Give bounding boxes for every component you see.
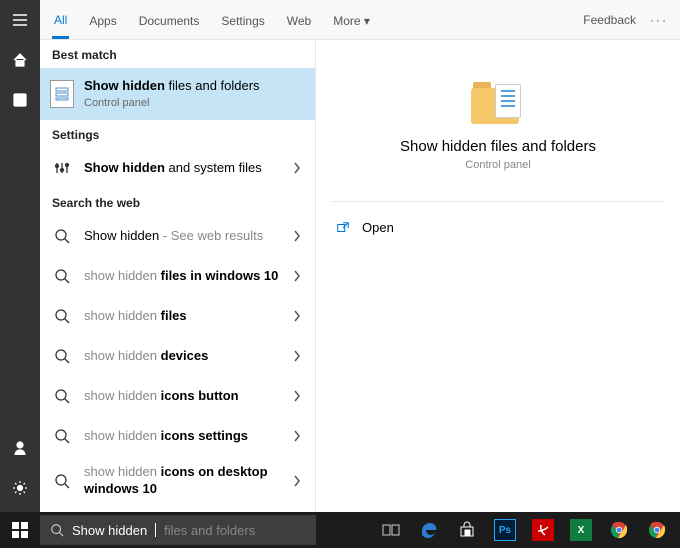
taskview-icon[interactable] xyxy=(372,512,410,548)
home-icon[interactable] xyxy=(0,40,40,80)
clock-icon[interactable] xyxy=(0,80,40,120)
start-button[interactable] xyxy=(0,512,40,548)
search-icon xyxy=(50,304,74,328)
search-icon xyxy=(50,264,74,288)
tab-all[interactable]: All xyxy=(52,1,69,39)
chevron-right-icon xyxy=(289,310,305,322)
search-icon xyxy=(50,469,74,493)
folder-icon xyxy=(471,80,525,126)
search-input[interactable]: Show hidden files and folders xyxy=(40,515,316,545)
chevron-right-icon xyxy=(289,390,305,402)
preview-subtitle: Control panel xyxy=(465,159,530,171)
chevron-right-icon xyxy=(289,350,305,362)
web-result[interactable]: Show hidden - See web results xyxy=(40,216,315,256)
chevron-right-icon xyxy=(289,230,305,242)
more-options-icon[interactable]: ··· xyxy=(650,13,668,27)
preview-pane: Show hidden files and folders Control pa… xyxy=(316,40,680,512)
section-settings: Settings xyxy=(40,120,315,148)
chevron-right-icon xyxy=(289,270,305,282)
web-result[interactable]: show hidden files in windows 10 xyxy=(40,256,315,296)
tab-web[interactable]: Web xyxy=(285,2,313,37)
chrome-icon[interactable] xyxy=(638,512,676,548)
preview-title: Show hidden files and folders xyxy=(400,138,596,155)
open-icon xyxy=(336,221,350,235)
web-result[interactable]: show hidden devices xyxy=(40,336,315,376)
chevron-right-icon xyxy=(289,430,305,442)
tab-apps[interactable]: Apps xyxy=(87,2,118,37)
web-result[interactable]: show hidden icons on desktop windows 10 xyxy=(40,456,315,506)
search-panel: All Apps Documents Settings Web More ▾ F… xyxy=(40,0,680,512)
taskbar-apps: Ps X xyxy=(372,512,680,548)
chevron-right-icon xyxy=(289,162,305,174)
search-icon xyxy=(50,224,74,248)
settings-result[interactable]: Show hidden and system files xyxy=(40,148,315,188)
best-match-subtitle: Control panel xyxy=(84,96,305,110)
photoshop-icon[interactable]: Ps xyxy=(486,512,524,548)
edge-icon[interactable] xyxy=(410,512,448,548)
sliders-icon xyxy=(50,156,74,180)
feedback-link[interactable]: Feedback xyxy=(583,13,636,27)
chevron-down-icon: ▾ xyxy=(364,14,370,28)
search-icon xyxy=(50,384,74,408)
web-result[interactable]: show hidden icons button xyxy=(40,376,315,416)
windows-icon xyxy=(12,522,28,538)
open-action[interactable]: Open xyxy=(332,212,664,243)
web-result[interactable]: show hidden icons settings xyxy=(40,416,315,456)
filter-tabs: All Apps Documents Settings Web More ▾ F… xyxy=(40,0,680,40)
search-icon xyxy=(50,344,74,368)
gear-icon[interactable] xyxy=(0,468,40,508)
chrome-icon[interactable] xyxy=(600,512,638,548)
search-icon xyxy=(50,523,64,537)
user-icon[interactable] xyxy=(0,428,40,468)
excel-icon[interactable]: X xyxy=(562,512,600,548)
left-rail xyxy=(0,0,40,548)
control-panel-icon xyxy=(50,80,74,108)
section-web: Search the web xyxy=(40,188,315,216)
tab-documents[interactable]: Documents xyxy=(137,2,202,37)
section-best-match: Best match xyxy=(40,40,315,68)
best-match-result[interactable]: Show hidden files and folders Control pa… xyxy=(40,68,315,120)
divider xyxy=(332,201,664,202)
tab-more[interactable]: More ▾ xyxy=(331,2,372,37)
menu-icon[interactable] xyxy=(0,0,40,40)
store-icon[interactable] xyxy=(448,512,486,548)
search-icon xyxy=(50,424,74,448)
chevron-right-icon xyxy=(289,475,305,487)
web-result[interactable]: show hidden files xyxy=(40,296,315,336)
acrobat-icon[interactable] xyxy=(524,512,562,548)
tab-settings[interactable]: Settings xyxy=(219,2,266,37)
results-list: Best match Show hidden files and folders… xyxy=(40,40,316,512)
taskbar: Show hidden files and folders Ps X xyxy=(0,512,680,548)
